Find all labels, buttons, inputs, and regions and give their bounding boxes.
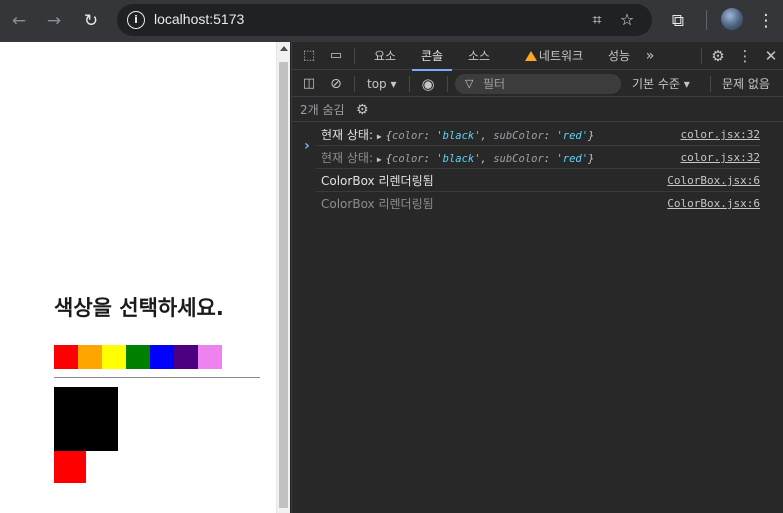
sidebar-toggle-icon[interactable]: ◫ — [300, 75, 318, 93]
color-swatch[interactable] — [126, 345, 150, 369]
log-message: ColorBox 리렌더링됨 — [321, 173, 434, 189]
translate-icon[interactable]: ⌗ — [586, 9, 608, 31]
log-message: ColorBox 리렌더링됨 — [321, 196, 434, 212]
scroll-up-arrow-icon[interactable] — [280, 46, 288, 51]
inspect-element-icon[interactable]: ⬚ — [300, 47, 318, 65]
tab-divider — [701, 48, 702, 64]
toolbar-divider — [354, 76, 355, 92]
color-box — [54, 387, 118, 451]
issues-counter[interactable]: 문제 없음 — [722, 75, 770, 93]
log-source-link[interactable]: ColorBox.jsx:6 — [667, 196, 760, 212]
devtools-panel: ⬚ ▭ 요소 콘솔 소스 네트워크 성능 » ⚙ ⋮ ✕ ◫ ⊘ top ▾ ◉… — [291, 42, 783, 513]
live-expression-eye-icon[interactable]: ◉ — [419, 75, 437, 93]
object-key: subColor — [493, 153, 544, 165]
console-log-row: ColorBox 리렌더링됨 ColorBox.jsx:6 — [316, 169, 760, 192]
log-label: ColorBox 리렌더링됨 — [321, 174, 434, 188]
log-label: ColorBox 리렌더링됨 — [321, 197, 434, 211]
tab-console[interactable]: 콘솔 — [412, 42, 452, 71]
log-message: 현재 상태: ▶ {color: 'black', subColor: 'red'… — [321, 127, 594, 145]
log-label: 현재 상태: — [321, 128, 374, 142]
page-title: 색상을 선택하세요. — [54, 296, 224, 320]
toolbar-divider — [409, 76, 410, 92]
object-key: color — [392, 153, 424, 165]
site-info-icon[interactable]: i — [127, 11, 145, 29]
toolbar-divider — [706, 10, 707, 30]
color-swatch-list — [54, 345, 222, 369]
object-key: subColor — [493, 130, 544, 142]
page-scrollbar[interactable] — [276, 42, 290, 513]
toolbar-divider — [710, 76, 711, 92]
tab-network[interactable]: 네트워크 — [514, 42, 594, 70]
arrow-right-icon: → — [46, 11, 62, 31]
log-level-dropdown[interactable]: 기본 수준 ▾ — [632, 75, 690, 93]
arrow-left-icon: ← — [11, 11, 27, 31]
menu-kebab-icon[interactable]: ⋮ — [752, 7, 780, 35]
device-toolbar-icon[interactable]: ▭ — [327, 47, 345, 65]
object-value: 'red' — [556, 130, 589, 142]
expand-triangle-icon[interactable]: ▶ — [377, 132, 382, 141]
filter-placeholder: 필터 — [483, 77, 506, 91]
console-log-row: 현재 상태: ▶ {color: 'black', subColor: 'red'… — [316, 123, 760, 146]
tab-network-label: 네트워크 — [538, 49, 584, 63]
devtools-tab-bar: ⬚ ▭ 요소 콘솔 소스 네트워크 성능 » ⚙ ⋮ ✕ — [292, 42, 783, 71]
console-prompt[interactable]: › — [304, 138, 310, 154]
color-swatch[interactable] — [150, 345, 174, 369]
divider — [54, 377, 260, 378]
console-messages: 현재 상태: ▶ {color: 'black', subColor: 'red'… — [292, 123, 783, 215]
color-swatch[interactable] — [54, 345, 78, 369]
address-bar[interactable]: i localhost:5173 ⌗ ☆ — [117, 4, 652, 36]
object-value: 'black' — [436, 153, 481, 165]
filter-funnel-icon: ▽ — [465, 77, 474, 90]
expand-triangle-icon[interactable]: ▶ — [377, 155, 382, 164]
object-key: color — [392, 130, 424, 142]
url-text[interactable]: localhost:5173 — [154, 11, 244, 27]
color-swatch[interactable] — [198, 345, 222, 369]
object-value: 'red' — [556, 153, 589, 165]
console-log-row: ColorBox 리렌더링됨 ColorBox.jsx:6 — [316, 192, 760, 215]
color-swatch[interactable] — [78, 345, 102, 369]
more-tabs-button[interactable]: » — [640, 42, 660, 70]
forward-button[interactable]: → — [40, 7, 68, 35]
reload-icon: ↻ — [83, 11, 99, 31]
tab-performance[interactable]: 성능 — [600, 42, 638, 70]
settings-gear-icon[interactable]: ⚙ — [709, 47, 727, 65]
close-icon[interactable]: ✕ — [762, 47, 780, 65]
back-button[interactable]: ← — [5, 7, 33, 35]
log-object-preview[interactable]: ▶ {color: 'black', subColor: 'red'} — [377, 153, 595, 165]
log-source-link[interactable]: color.jsx:32 — [681, 127, 760, 143]
console-settings-gear-icon[interactable]: ⚙ — [356, 101, 369, 119]
sub-color-box — [54, 451, 86, 483]
console-log-row: 현재 상태: ▶ {color: 'black', subColor: 'red'… — [316, 146, 760, 169]
color-swatch[interactable] — [102, 345, 126, 369]
log-object-preview[interactable]: ▶ {color: 'black', subColor: 'red'} — [377, 130, 595, 142]
console-filter-input[interactable]: ▽ 필터 — [455, 74, 621, 94]
devtools-menu-icon[interactable]: ⋮ — [736, 47, 754, 65]
clear-console-icon[interactable]: ⊘ — [327, 75, 345, 93]
context-selector[interactable]: top ▾ — [367, 75, 397, 93]
toolbar-divider — [447, 76, 448, 92]
log-message: 현재 상태: ▶ {color: 'black', subColor: 'red'… — [321, 150, 594, 168]
profile-avatar[interactable] — [721, 8, 743, 30]
browser-toolbar: ← → ↻ i localhost:5173 ⌗ ☆ ⧉ ⋮ — [0, 0, 783, 42]
warning-icon — [524, 51, 537, 61]
hidden-messages-count: 2개 숨김 — [300, 103, 345, 117]
scrollbar-thumb[interactable] — [279, 62, 288, 508]
page-viewport: 색상을 선택하세요. — [0, 42, 276, 513]
tab-divider — [354, 48, 355, 64]
color-swatch[interactable] — [174, 345, 198, 369]
tab-sources[interactable]: 소스 — [460, 42, 498, 70]
tab-elements[interactable]: 요소 — [366, 42, 404, 70]
bookmark-star-icon[interactable]: ☆ — [616, 9, 638, 31]
object-value: 'black' — [436, 130, 481, 142]
reload-button[interactable]: ↻ — [77, 7, 105, 35]
log-label: 현재 상태: — [321, 151, 374, 165]
console-toolbar: ◫ ⊘ top ▾ ◉ ▽ 필터 기본 수준 ▾ 문제 없음 — [292, 71, 783, 97]
extensions-icon[interactable]: ⧉ — [664, 7, 692, 35]
log-source-link[interactable]: color.jsx:32 — [681, 150, 760, 166]
log-source-link[interactable]: ColorBox.jsx:6 — [667, 173, 760, 189]
console-subtoolbar: 2개 숨김 ⚙ — [292, 98, 783, 122]
